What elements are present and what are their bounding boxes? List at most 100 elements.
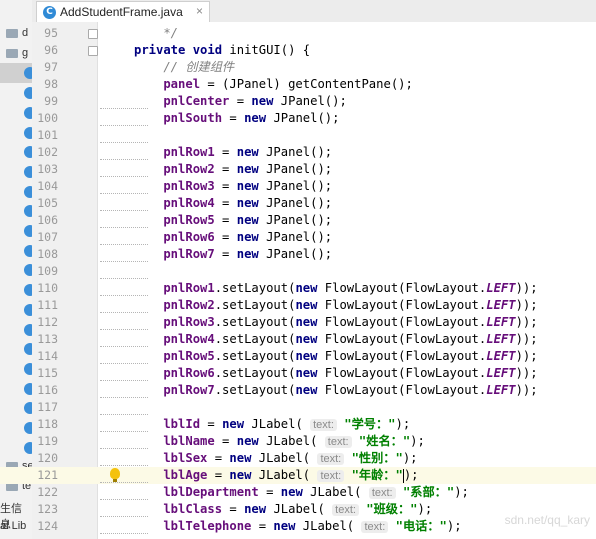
code-token: JLabel( bbox=[310, 485, 369, 499]
code-line[interactable]: 116 pnlRow7.setLayout(new FlowLayout(Flo… bbox=[0, 382, 596, 399]
code-token: FlowLayout(FlowLayout. bbox=[324, 315, 487, 329]
code-text: pnlRow4.setLayout(new FlowLayout(FlowLay… bbox=[134, 331, 538, 348]
code-token: = bbox=[229, 94, 252, 108]
code-token: JPanel(); bbox=[266, 196, 333, 210]
code-token: pnlRow3 bbox=[134, 179, 215, 193]
code-token: LEFT bbox=[486, 281, 516, 295]
code-token: = bbox=[207, 468, 230, 482]
code-token: new bbox=[229, 468, 259, 482]
code-token: "姓名：" bbox=[351, 434, 411, 448]
fold-marker-icon[interactable] bbox=[88, 46, 98, 56]
code-text: // 创建组件 bbox=[134, 59, 234, 76]
code-text: pnlRow2 = new JPanel(); bbox=[134, 161, 332, 178]
code-text: lblName = new JLabel( text: "姓名："); bbox=[134, 433, 425, 451]
code-text: panel = (JPanel) getContentPane(); bbox=[134, 76, 413, 93]
line-number: 101 bbox=[37, 128, 58, 142]
code-token: ); bbox=[417, 502, 433, 516]
code-token: "电话：" bbox=[388, 519, 447, 533]
code-token: pnlRow3 bbox=[134, 315, 215, 329]
code-token: ); bbox=[454, 485, 469, 499]
close-icon[interactable]: × bbox=[196, 4, 203, 18]
code-token: panel bbox=[134, 77, 201, 91]
code-token: ); bbox=[402, 451, 418, 465]
parameter-hint: text: bbox=[310, 419, 337, 431]
code-text: pnlRow7.setLayout(new FlowLayout(FlowLay… bbox=[134, 382, 537, 399]
tab-addstudentframe[interactable]: C AddStudentFrame.java × bbox=[36, 1, 210, 23]
code-token: pnlRow5 bbox=[134, 349, 215, 363]
line-number: 99 bbox=[44, 94, 58, 108]
code-line[interactable]: 115 pnlRow6.setLayout(new FlowLayout(Flo… bbox=[0, 365, 596, 382]
line-number: 111 bbox=[37, 298, 58, 312]
code-text: pnlRow6 = new JPanel(); bbox=[134, 229, 332, 246]
code-text: pnlRow1.setLayout(new FlowLayout(FlowLay… bbox=[134, 280, 537, 297]
code-line[interactable]: 104 pnlRow3 = new JPanel(); bbox=[0, 178, 596, 195]
code-line[interactable]: 110 pnlRow1.setLayout(new FlowLayout(Flo… bbox=[0, 280, 596, 297]
code-line[interactable]: 117 bbox=[0, 399, 596, 416]
code-line[interactable]: 113 pnlRow4.setLayout(new FlowLayout(Flo… bbox=[0, 331, 596, 348]
code-line[interactable]: 103 pnlRow2 = new JPanel(); bbox=[0, 161, 596, 178]
code-token: )); bbox=[515, 349, 538, 363]
code-token: JLabel( bbox=[273, 502, 333, 516]
line-number: 118 bbox=[37, 417, 58, 431]
code-line[interactable]: 108 pnlRow7 = new JPanel(); bbox=[0, 246, 596, 263]
code-text: pnlRow2.setLayout(new FlowLayout(FlowLay… bbox=[134, 297, 537, 314]
code-text: pnlCenter = new JPanel(); bbox=[134, 93, 346, 110]
code-token: FlowLayout(FlowLayout. bbox=[324, 366, 487, 380]
parameter-hint: text: bbox=[317, 453, 345, 465]
code-text: lblId = new JLabel( text: "学号："); bbox=[134, 416, 410, 434]
lightbulb-icon[interactable] bbox=[110, 468, 120, 482]
line-number: 122 bbox=[37, 485, 58, 499]
code-line[interactable]: 95 */ bbox=[0, 25, 596, 42]
line-number: 95 bbox=[44, 26, 58, 40]
code-line[interactable]: 97 // 创建组件 bbox=[0, 59, 596, 76]
code-token: ); bbox=[410, 434, 425, 448]
code-line[interactable]: 106 pnlRow5 = new JPanel(); bbox=[0, 212, 596, 229]
code-line[interactable]: 107 pnlRow6 = new JPanel(); bbox=[0, 229, 596, 246]
code-line[interactable]: 121 lblAge = new JLabel( text: "年龄："); bbox=[0, 467, 596, 484]
code-line[interactable]: 109 bbox=[0, 263, 596, 280]
code-token: initGUI() { bbox=[229, 43, 311, 57]
parameter-hint: text: bbox=[324, 436, 352, 448]
line-number: 105 bbox=[37, 196, 58, 210]
code-line[interactable]: 120 lblSex = new JLabel( text: "性别："); bbox=[0, 450, 596, 467]
code-text: */ bbox=[134, 25, 178, 42]
code-token: pnlRow7 bbox=[134, 383, 215, 397]
code-line[interactable]: 112 pnlRow3.setLayout(new FlowLayout(Flo… bbox=[0, 314, 596, 331]
code-token: = bbox=[214, 179, 237, 193]
code-token: pnlCenter bbox=[134, 94, 230, 108]
code-token: LEFT bbox=[486, 298, 516, 312]
code-token: .setLayout( bbox=[214, 332, 296, 346]
code-token: new bbox=[236, 196, 267, 210]
code-text: lblAge = new JLabel( text: "年龄："); bbox=[134, 467, 419, 485]
code-token: pnlRow7 bbox=[134, 247, 215, 261]
code-line[interactable]: 101 bbox=[0, 127, 596, 144]
line-number: 116 bbox=[37, 383, 58, 397]
code-token: new bbox=[244, 111, 274, 125]
fold-marker-icon[interactable] bbox=[88, 29, 98, 39]
code-line[interactable]: 99 pnlCenter = new JPanel(); bbox=[0, 93, 596, 110]
code-line[interactable]: 105 pnlRow4 = new JPanel(); bbox=[0, 195, 596, 212]
code-line[interactable]: 122 lblDepartment = new JLabel( text: "系… bbox=[0, 484, 596, 501]
line-number: 114 bbox=[37, 349, 58, 363]
code-line[interactable]: 100 pnlSouth = new JPanel(); bbox=[0, 110, 596, 127]
parameter-hint: text: bbox=[361, 521, 389, 533]
code-line[interactable]: 102 pnlRow1 = new JPanel(); bbox=[0, 144, 596, 161]
code-token: )); bbox=[515, 332, 538, 346]
code-line[interactable]: 111 pnlRow2.setLayout(new FlowLayout(Flo… bbox=[0, 297, 596, 314]
code-token: lblSex bbox=[134, 451, 208, 465]
code-token: lblAge bbox=[134, 468, 208, 482]
code-token: new bbox=[236, 247, 267, 261]
code-line[interactable]: 98 panel = (JPanel) getContentPane(); bbox=[0, 76, 596, 93]
code-line[interactable]: 114 pnlRow5.setLayout(new FlowLayout(Flo… bbox=[0, 348, 596, 365]
code-text: pnlRow6.setLayout(new FlowLayout(FlowLay… bbox=[134, 365, 537, 382]
code-line[interactable]: 96 private void initGUI() { bbox=[0, 42, 596, 59]
code-token: LEFT bbox=[486, 332, 516, 346]
code-token: FlowLayout(FlowLayout. bbox=[324, 349, 487, 363]
code-line[interactable]: 119 lblName = new JLabel( text: "姓名："); bbox=[0, 433, 596, 450]
code-token: pnlRow6 bbox=[134, 366, 215, 380]
code-token: ); bbox=[446, 519, 462, 533]
code-token: pnlRow2 bbox=[134, 162, 215, 176]
code-line[interactable]: 118 lblId = new JLabel( text: "学号："); bbox=[0, 416, 596, 433]
code-token: new bbox=[251, 94, 281, 108]
line-number: 123 bbox=[37, 502, 58, 516]
